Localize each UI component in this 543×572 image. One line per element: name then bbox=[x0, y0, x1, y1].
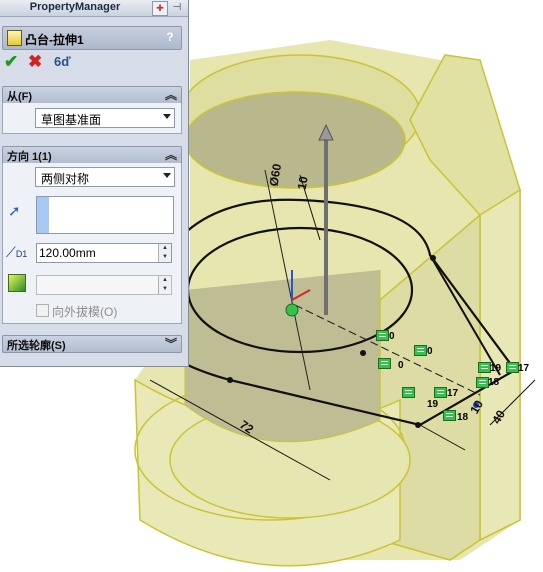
help-button[interactable]: ? bbox=[163, 30, 177, 44]
sketch-point bbox=[415, 422, 421, 428]
sketch-point bbox=[360, 350, 366, 356]
sketch-point bbox=[430, 255, 436, 261]
feature-title: 凸台-拉伸1 bbox=[25, 33, 84, 47]
property-manager-title: PropertyManager bbox=[29, 1, 121, 13]
selected-contours-group-header[interactable]: 所选轮廓(S) ︾ bbox=[2, 335, 182, 353]
relation-label: 19 bbox=[427, 399, 439, 410]
selection-indicator bbox=[37, 197, 49, 233]
end-condition-select[interactable]: 两侧对称 bbox=[35, 167, 175, 187]
draft-spinner[interactable]: ▲ ▼ bbox=[158, 276, 171, 294]
draft-outward-checkbox[interactable] bbox=[36, 304, 49, 317]
sketch-point bbox=[227, 377, 233, 383]
expand-chevron-icon[interactable]: ︾ bbox=[165, 335, 177, 352]
dropdown-arrow-icon[interactable] bbox=[163, 114, 171, 119]
from-select-value: 草图基准面 bbox=[41, 113, 102, 127]
property-manager-panel: PropertyManager ✚ ⊣ 凸台-拉伸1 ? ✔ ✖ 6ď 从(F)… bbox=[0, 0, 189, 367]
draft-icon[interactable] bbox=[8, 274, 26, 292]
relation-marker[interactable] bbox=[402, 387, 415, 398]
relation-label: 19 bbox=[490, 363, 502, 374]
from-group-label: 从(F) bbox=[7, 91, 33, 103]
direction1-group-header[interactable]: 方向 1(1) ︽ bbox=[2, 146, 182, 164]
collapse-chevron-icon[interactable]: ︽ bbox=[165, 146, 177, 163]
from-group-header[interactable]: 从(F) ︽ bbox=[2, 86, 182, 104]
draft-angle-input[interactable]: ▲ ▼ bbox=[36, 275, 172, 295]
end-condition-value: 两侧对称 bbox=[41, 172, 90, 186]
collapse-chevron-icon[interactable]: ︽ bbox=[165, 86, 177, 103]
relation-marker[interactable] bbox=[378, 358, 391, 369]
relation-label: 0 bbox=[389, 331, 395, 342]
relation-label: 17 bbox=[518, 363, 530, 374]
from-select[interactable]: 草图基准面 bbox=[35, 108, 175, 128]
relation-marker[interactable] bbox=[414, 345, 427, 356]
dropdown-arrow-icon[interactable] bbox=[163, 173, 171, 178]
relation-label: 18 bbox=[457, 412, 469, 423]
extrude-feature-icon bbox=[7, 30, 22, 46]
relation-label: 18 bbox=[488, 377, 500, 388]
origin-point bbox=[285, 303, 299, 317]
depth-icon: ⟋D1 bbox=[6, 244, 28, 260]
depth-input[interactable]: 120.00mm ▲ ▼ bbox=[36, 243, 172, 263]
direction1-group-label: 方向 1(1) bbox=[7, 151, 52, 163]
depth-icon-label: D1 bbox=[15, 249, 28, 259]
relation-marker[interactable] bbox=[376, 330, 389, 341]
ok-button[interactable]: ✔ bbox=[4, 53, 20, 70]
selected-contours-label: 所选轮廓(S) bbox=[7, 340, 66, 352]
direction-reference-list[interactable] bbox=[36, 196, 174, 234]
feature-header: 凸台-拉伸1 ? bbox=[2, 26, 182, 50]
draft-outward-label: 向外拔模(O) bbox=[52, 305, 118, 319]
relation-label: 0 bbox=[398, 360, 404, 371]
top-hole bbox=[184, 91, 406, 189]
thickness-dimension[interactable]: 10 bbox=[295, 175, 311, 191]
cancel-button[interactable]: ✖ bbox=[28, 53, 44, 70]
relation-label: 17 bbox=[447, 388, 459, 399]
property-manager-titlebar: PropertyManager ✚ ⊣ bbox=[0, 0, 188, 17]
detailed-preview-button[interactable]: 6ď bbox=[54, 54, 74, 70]
relation-marker[interactable] bbox=[443, 410, 456, 421]
expand-icon[interactable]: ✚ bbox=[152, 1, 168, 16]
depth-spinner[interactable]: ▲ ▼ bbox=[158, 244, 171, 262]
relation-label: 0 bbox=[427, 346, 433, 357]
relation-marker[interactable] bbox=[434, 387, 447, 398]
depth-value: 120.00mm bbox=[39, 246, 96, 260]
from-group-body: 草图基准面 bbox=[2, 103, 182, 134]
pin-icon[interactable]: ⊣ bbox=[170, 1, 184, 14]
reverse-direction-icon[interactable]: ➚ bbox=[8, 202, 26, 220]
